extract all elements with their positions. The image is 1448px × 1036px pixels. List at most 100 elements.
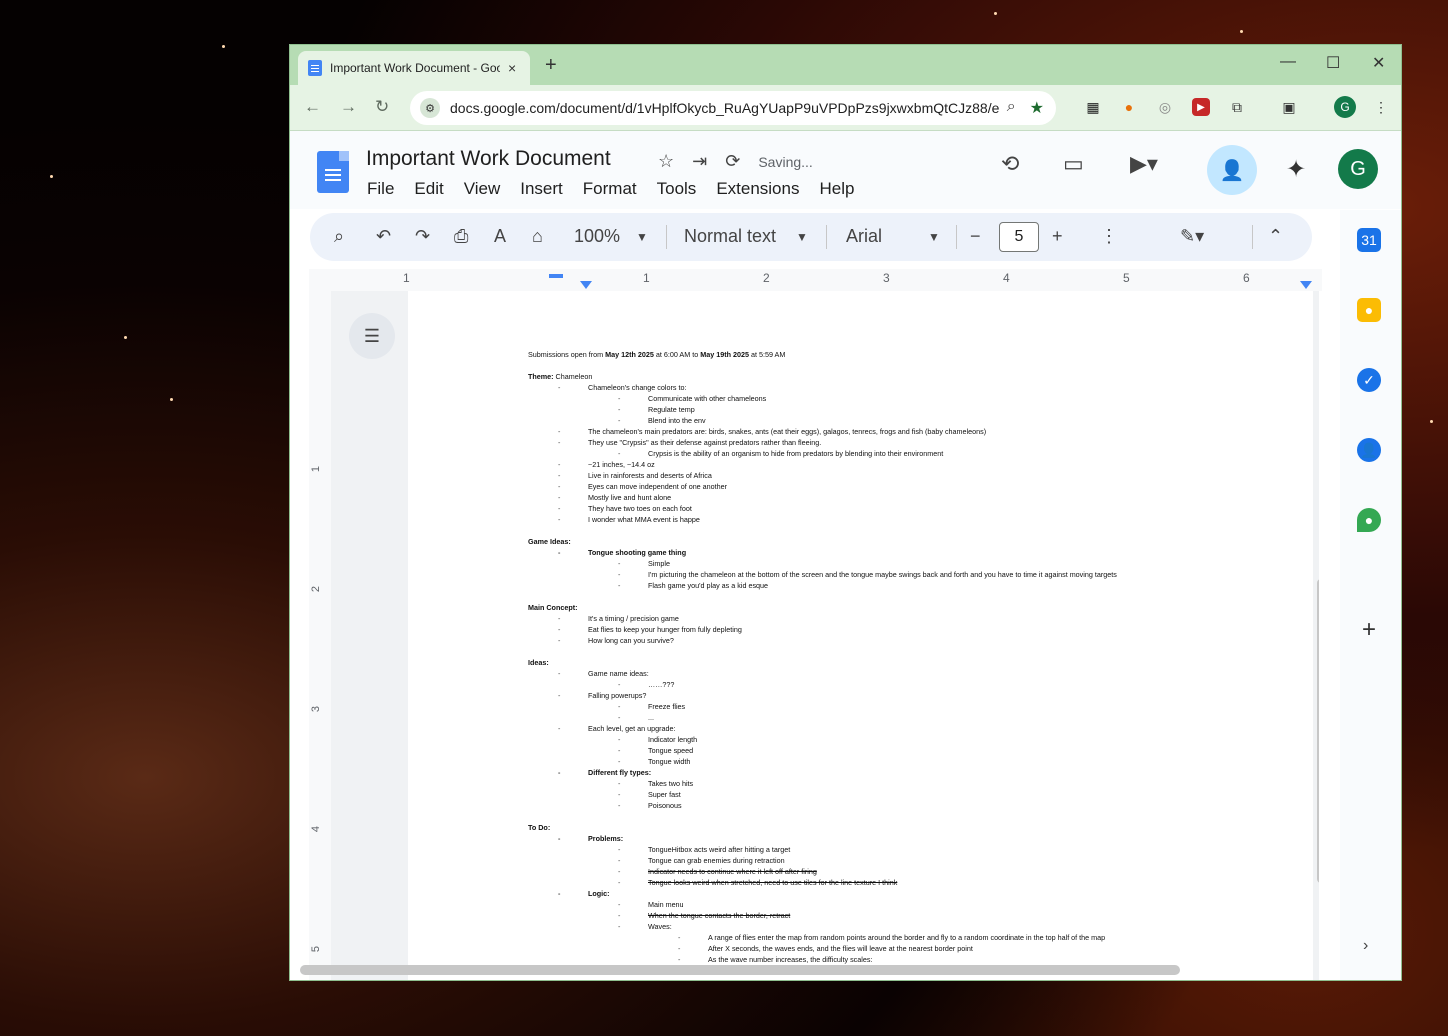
list-item-text: Tongue can grab enemies during retractio… — [648, 856, 785, 865]
extension-icon-3[interactable]: ◎ — [1156, 98, 1174, 116]
url-text[interactable]: docs.google.com/document/d/1vHplfOkycb_R… — [450, 100, 1000, 116]
save-status: Saving... — [758, 153, 813, 170]
increase-font-size-button[interactable]: + — [1052, 226, 1063, 247]
zoom-dropdown-icon[interactable]: ▼ — [636, 230, 648, 244]
extension-icon-1[interactable]: ▦ — [1084, 98, 1102, 116]
bullet-dash: - — [618, 757, 621, 766]
bullet-dash: - — [618, 702, 621, 711]
vertical-scrollbar[interactable] — [1317, 579, 1319, 883]
font-dropdown-icon[interactable]: ▼ — [928, 230, 940, 244]
maps-icon[interactable]: ● — [1357, 508, 1381, 532]
forward-icon[interactable]: → — [340, 97, 357, 117]
extension-icon-4[interactable]: ▶ — [1192, 98, 1210, 116]
zoom-select[interactable]: 100% — [574, 226, 620, 247]
zoom-icon[interactable]: ⌕ — [1007, 98, 1016, 118]
extension-icon-2[interactable]: ● — [1120, 98, 1138, 116]
close-window-button[interactable]: ✕ — [1372, 53, 1385, 73]
left-indent-marker[interactable] — [580, 281, 592, 289]
ruler-number: 2 — [763, 271, 770, 285]
tab-docs[interactable]: Important Work Document - Google Docs × — [298, 51, 530, 85]
editing-mode-pencil-icon[interactable]: ✎▾ — [1180, 226, 1204, 247]
list-item: - TongueHitbox acts weird after hitting a… — [528, 844, 1298, 855]
list-item-text: Flash game you'd play as a kid esque — [648, 581, 769, 590]
menu-insert[interactable]: Insert — [520, 179, 563, 199]
bullet-dash: - — [618, 801, 621, 810]
font-select[interactable]: Arial — [846, 226, 882, 247]
tab-close-icon[interactable]: × — [508, 60, 516, 76]
new-tab-button[interactable]: + — [545, 54, 557, 77]
move-folder-icon[interactable]: ⇥ — [692, 151, 707, 172]
version-history-icon[interactable]: ⟲ — [1001, 151, 1019, 177]
menu-file[interactable]: File — [367, 179, 394, 199]
maximize-button[interactable]: ☐ — [1326, 53, 1340, 73]
bullet-dash: - — [618, 845, 621, 854]
more-options-icon[interactable]: ⋮ — [1100, 226, 1118, 247]
print-icon[interactable]: ⎙ — [454, 226, 468, 247]
reload-icon[interactable]: ↻ — [375, 97, 389, 117]
site-info-icon[interactable]: ⚙ — [420, 98, 440, 118]
omnibox[interactable]: ⚙ docs.google.com/document/d/1vHplfOkycb… — [410, 91, 1056, 125]
list-item: - It's a timing / precision game — [528, 613, 1298, 624]
extensions-puzzle-icon[interactable]: ⧉ — [1228, 98, 1246, 116]
paragraph-style-select[interactable]: Normal text — [684, 226, 776, 247]
document-outline-button[interactable]: ☰ — [349, 313, 395, 359]
tasks-icon[interactable]: ✓ — [1357, 368, 1381, 392]
share-button[interactable]: 👤 — [1207, 145, 1257, 195]
chrome-menu-icon[interactable]: ⋮ — [1372, 98, 1390, 116]
gemini-icon[interactable]: ✦ — [1286, 155, 1306, 184]
list-item: - Game name ideas: — [528, 668, 1298, 679]
menu-help[interactable]: Help — [819, 179, 854, 199]
bullet-dash: - — [618, 878, 621, 887]
tab-search-icon[interactable]: ▣ — [1280, 98, 1298, 116]
first-line-indent-marker[interactable] — [549, 274, 563, 278]
decrease-font-size-button[interactable]: − — [970, 226, 981, 247]
list-item-text: Chameleon's change colors to: — [588, 383, 687, 392]
list-item: - Logic: — [528, 888, 1298, 899]
undo-icon[interactable]: ↶ — [376, 226, 391, 247]
calendar-icon[interactable]: 31 — [1357, 228, 1381, 252]
account-avatar[interactable]: G — [1338, 149, 1378, 189]
document-body[interactable]: Submissions open from May 12th 2025 at 6… — [528, 349, 1298, 965]
redo-icon[interactable]: ↷ — [415, 226, 430, 247]
ruler-number: 1 — [643, 271, 650, 285]
document-title[interactable]: Important Work Document — [366, 147, 611, 171]
font-size-input[interactable]: 5 — [999, 222, 1039, 252]
star-icon[interactable]: ☆ — [658, 151, 674, 172]
hide-menus-chevron-icon[interactable]: ⌃ — [1268, 226, 1283, 247]
docs-logo-icon[interactable] — [317, 151, 349, 193]
add-addon-icon[interactable]: + — [1357, 616, 1381, 643]
menu-edit[interactable]: Edit — [414, 179, 443, 199]
label: Theme: — [528, 372, 554, 381]
menu-format[interactable]: Format — [583, 179, 637, 199]
ruler-number: 6 — [1243, 271, 1250, 285]
profile-avatar-small[interactable]: G — [1334, 96, 1356, 118]
menu-tools[interactable]: Tools — [657, 179, 697, 199]
ruler-number: 1 — [403, 271, 410, 285]
meet-camera-icon[interactable]: ▶▾ — [1130, 151, 1158, 177]
paint-format-icon[interactable]: ⌂ — [532, 226, 543, 247]
vertical-ruler[interactable]: 1 2 3 4 5 — [309, 291, 331, 980]
style-dropdown-icon[interactable]: ▼ — [796, 230, 808, 244]
list-item: - Crypsis is the ability of an organism t… — [528, 448, 1298, 459]
list-item: - Waves: — [528, 921, 1298, 932]
spellcheck-icon[interactable]: A — [494, 226, 506, 247]
bookmark-star-icon[interactable]: ★ — [1030, 98, 1044, 118]
bullet-dash: - — [558, 834, 561, 843]
back-icon[interactable]: ← — [304, 97, 321, 117]
horizontal-scrollbar[interactable] — [300, 965, 1180, 975]
right-indent-marker[interactable] — [1300, 281, 1312, 289]
bullet-dash: - — [558, 383, 561, 392]
list-item-text: Communicate with other chameleons — [648, 394, 767, 403]
document-page[interactable]: Submissions open from May 12th 2025 at 6… — [408, 291, 1313, 980]
keep-icon[interactable]: ● — [1357, 298, 1381, 322]
menu-extensions[interactable]: Extensions — [716, 179, 799, 199]
minimize-button[interactable]: — — [1280, 53, 1296, 71]
horizontal-ruler[interactable]: 1 1 2 3 4 5 6 — [309, 269, 1322, 291]
ruler-number: 4 — [1003, 271, 1010, 285]
expand-side-panel-icon[interactable]: › — [1363, 937, 1368, 955]
bullet-dash: - — [678, 955, 681, 964]
menu-view[interactable]: View — [464, 179, 501, 199]
comments-icon[interactable]: ▭ — [1063, 151, 1084, 177]
contacts-icon[interactable]: 👤 — [1357, 438, 1381, 462]
search-menus-icon[interactable]: ⌕ — [334, 226, 344, 247]
